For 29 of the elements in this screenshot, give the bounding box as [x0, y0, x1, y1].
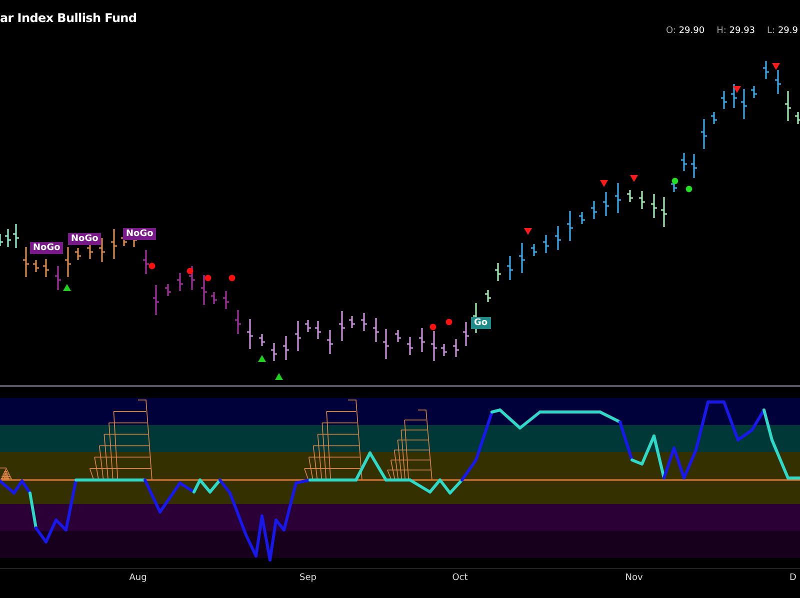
down-triangle-icon [733, 86, 741, 93]
signal-label: NoGo [30, 242, 64, 254]
down-triangle-icon [630, 175, 638, 182]
down-triangle-icon [600, 180, 608, 187]
dot-icon [672, 178, 678, 184]
dot-icon [148, 262, 156, 270]
signal-label: NoGo [68, 233, 102, 245]
price-reading: H: 29.93 [716, 26, 756, 36]
axis-label: D [790, 573, 796, 583]
dot-icon [204, 274, 212, 282]
dot-icon [686, 186, 692, 192]
axis-label: Nov [625, 573, 643, 583]
signal-label: Go [471, 317, 491, 329]
dot-icon [186, 268, 194, 274]
axis-label: Oct [452, 573, 468, 583]
dot-icon [446, 318, 452, 326]
axis-label: Aug [129, 573, 147, 583]
signal-label: NoGo [123, 228, 156, 240]
up-triangle-icon [275, 373, 283, 380]
dot-icon [430, 324, 436, 330]
price-reading: O: 29.90 [666, 26, 705, 36]
up-triangle-icon [63, 284, 71, 291]
down-triangle-icon [772, 63, 780, 70]
fund-title: ar Index Bullish Fund [0, 11, 137, 25]
dot-icon [228, 274, 236, 282]
axis-label: Sep [300, 573, 316, 583]
price-reading: L: 29.9 [767, 26, 798, 36]
down-triangle-icon [524, 228, 532, 235]
up-triangle-icon [258, 355, 266, 362]
